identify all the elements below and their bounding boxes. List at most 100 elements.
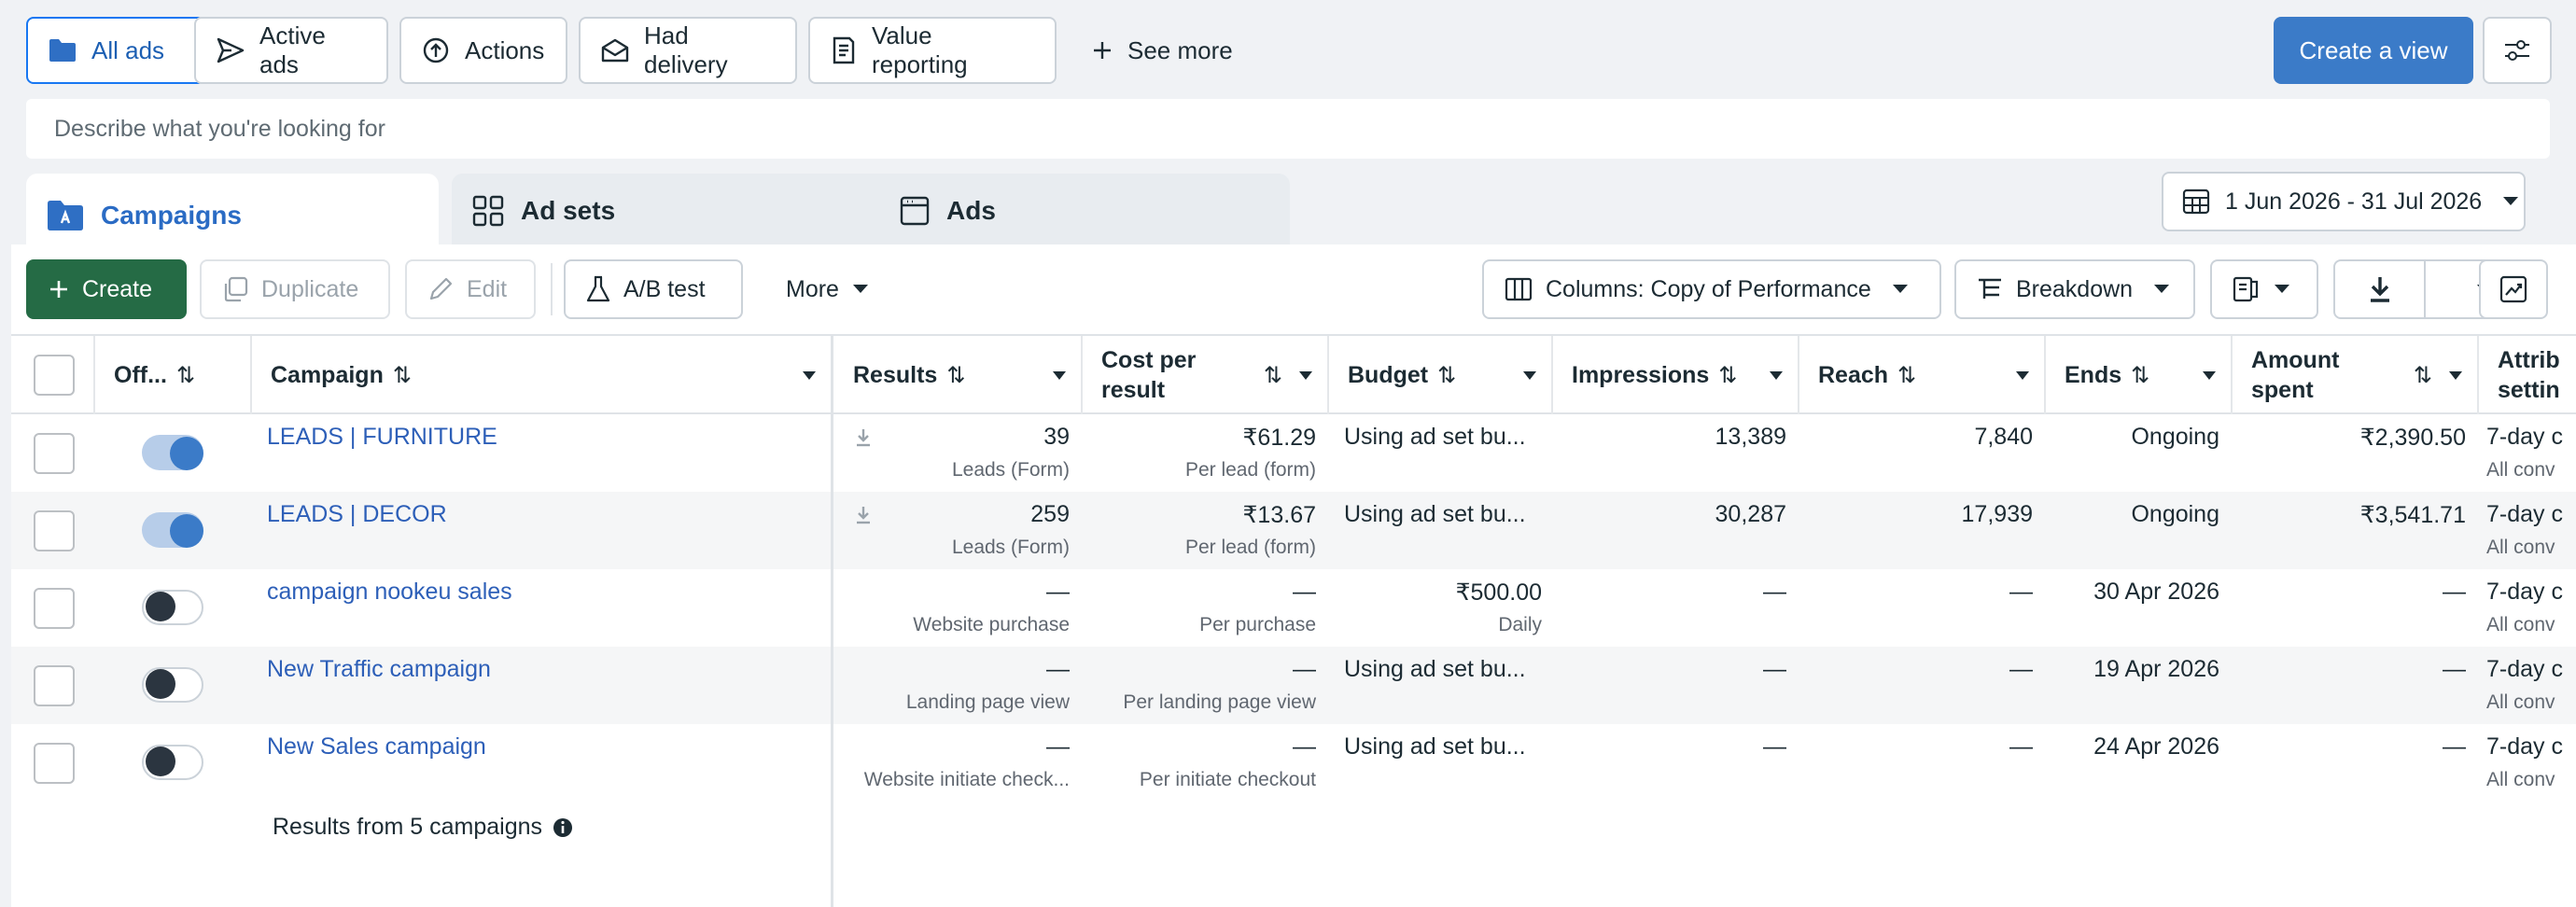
- results-type: Landing page view: [905, 691, 1070, 713]
- table-row[interactable]: New Sales campaign — Website initiate chec…: [11, 724, 2576, 802]
- impressions-value: 13,389: [1715, 424, 1786, 450]
- column-ends-label: Ends: [2065, 362, 2122, 388]
- reports-button[interactable]: [2210, 259, 2318, 319]
- campaign-name-link[interactable]: LEADS | DECOR: [267, 501, 447, 528]
- cost-per-result-type: Per purchase: [1199, 614, 1316, 635]
- campaign-toggle[interactable]: [142, 512, 203, 548]
- view-had-delivery[interactable]: Had delivery: [579, 17, 797, 84]
- column-ends[interactable]: Ends ⇅: [2046, 336, 2233, 414]
- ends-cell: 19 Apr 2026: [2046, 647, 2219, 724]
- edit-button[interactable]: Edit: [405, 259, 536, 319]
- column-campaign[interactable]: Campaign ⇅: [252, 336, 833, 414]
- impressions-value: —: [1763, 579, 1786, 605]
- columns-button[interactable]: Columns: Copy of Performance: [1482, 259, 1941, 319]
- cost-per-result-value: —: [1293, 656, 1316, 682]
- campaign-toggle[interactable]: [142, 435, 203, 470]
- more-button[interactable]: More: [763, 259, 903, 319]
- view-all-ads[interactable]: All ads: [26, 17, 205, 84]
- sort-icon[interactable]: ⇅: [946, 362, 965, 389]
- column-menu-caret-icon[interactable]: [2449, 371, 2462, 380]
- column-menu-caret-icon[interactable]: [1770, 371, 1783, 380]
- column-offon-label: Off...: [114, 362, 167, 388]
- row-checkbox[interactable]: [34, 588, 75, 629]
- table-row[interactable]: campaign nookeu sales — Website purchase — P…: [11, 569, 2576, 647]
- tab-ad-sets-label: Ad sets: [521, 196, 616, 225]
- sort-icon[interactable]: ⇅: [1897, 362, 1916, 389]
- column-attribution-label-1: Attrib: [2498, 347, 2560, 373]
- tab-campaigns[interactable]: Campaigns: [26, 174, 439, 258]
- table-row[interactable]: LEADS | DECOR 259 Leads (Form) ₹13.67 Per le…: [11, 492, 2576, 569]
- campaign-name-link[interactable]: New Traffic campaign: [267, 656, 491, 683]
- column-menu-caret-icon[interactable]: [2016, 371, 2029, 380]
- row-checkbox[interactable]: [34, 665, 75, 706]
- duplicate-button[interactable]: Duplicate: [200, 259, 390, 319]
- results-type: Leads (Form): [951, 537, 1070, 558]
- tab-ad-sets-real[interactable]: Ad sets: [452, 174, 864, 248]
- sort-icon[interactable]: ⇅: [2131, 362, 2149, 389]
- column-menu-caret-icon[interactable]: [1523, 371, 1536, 380]
- search-input[interactable]: Describe what you're looking for: [26, 99, 2550, 159]
- budget-cell: Using ad set bu...: [1329, 414, 1553, 492]
- campaign-name-link[interactable]: campaign nookeu sales: [267, 579, 512, 606]
- column-menu-caret-icon[interactable]: [803, 371, 816, 380]
- row-checkbox[interactable]: [34, 433, 75, 474]
- row-checkbox[interactable]: [34, 510, 75, 551]
- column-reach[interactable]: Reach ⇅: [1799, 336, 2046, 414]
- column-attribution[interactable]: Attrib settin: [2479, 336, 2576, 414]
- campaign-name-link[interactable]: New Sales campaign: [267, 733, 486, 760]
- campaign-toggle[interactable]: [142, 590, 203, 625]
- column-menu-caret-icon[interactable]: [1299, 371, 1312, 380]
- campaign-toggle[interactable]: [142, 667, 203, 703]
- view-active-ads[interactable]: Active ads: [194, 17, 388, 84]
- sort-icon[interactable]: ⇅: [1264, 362, 1282, 389]
- column-offon[interactable]: Off... ⇅: [95, 336, 252, 414]
- column-results-label: Results: [853, 362, 938, 388]
- row-checkbox[interactable]: [34, 743, 75, 784]
- create-button[interactable]: Create: [26, 259, 187, 319]
- chart-toggle-button[interactable]: [2479, 259, 2548, 319]
- view-value-reporting[interactable]: Value reporting: [808, 17, 1057, 84]
- column-reach-label: Reach: [1818, 362, 1889, 388]
- select-all-checkbox[interactable]: [34, 355, 75, 396]
- view-settings-button[interactable]: [2483, 17, 2552, 84]
- breakdown-button[interactable]: Breakdown: [1954, 259, 2195, 319]
- results-cell: 259 Leads (Form): [834, 492, 1070, 569]
- budget-cell: Using ad set bu...: [1329, 724, 1553, 802]
- attribution-cell: 7-day c All conv: [2486, 724, 2576, 802]
- sliders-icon: [2503, 38, 2531, 63]
- column-campaign-label: Campaign: [271, 362, 384, 388]
- create-view-button[interactable]: Create a view: [2274, 17, 2473, 84]
- campaign-name-link[interactable]: LEADS | FURNITURE: [267, 424, 497, 451]
- attribution-type: All conv: [2486, 537, 2555, 558]
- column-budget[interactable]: Budget ⇅: [1329, 336, 1553, 414]
- column-impressions[interactable]: Impressions ⇅: [1553, 336, 1799, 414]
- sort-icon[interactable]: ⇅: [1718, 362, 1737, 389]
- column-amount-spent[interactable]: Amount spent ⇅: [2233, 336, 2479, 414]
- attribution-type: All conv: [2486, 769, 2555, 790]
- ad-window-icon: [900, 196, 930, 226]
- column-cost-per-result[interactable]: Cost per result ⇅: [1083, 336, 1329, 414]
- campaign-toggle[interactable]: [142, 745, 203, 780]
- column-menu-caret-icon[interactable]: [2203, 371, 2216, 380]
- view-actions[interactable]: Actions: [399, 17, 567, 84]
- envelope-icon: [601, 38, 629, 63]
- tab-ads[interactable]: Ads: [879, 174, 1290, 248]
- cost-per-result-value: —: [1293, 733, 1316, 760]
- info-icon[interactable]: [552, 816, 574, 839]
- table-row[interactable]: New Traffic campaign — Landing page view — P…: [11, 647, 2576, 724]
- ab-test-button[interactable]: A/B test: [564, 259, 743, 319]
- column-menu-caret-icon[interactable]: [1053, 371, 1066, 380]
- column-results[interactable]: Results ⇅: [834, 336, 1083, 414]
- campaign-cell: LEADS | FURNITURE: [267, 414, 827, 492]
- results-value: —: [1046, 733, 1070, 760]
- amount-spent-cell: —: [2233, 724, 2466, 802]
- see-more-button[interactable]: See more: [1092, 17, 1233, 84]
- sort-icon[interactable]: ⇅: [2414, 362, 2432, 389]
- sort-icon[interactable]: ⇅: [176, 362, 195, 389]
- sort-icon[interactable]: ⇅: [1437, 362, 1456, 389]
- table-row[interactable]: LEADS | FURNITURE 39 Leads (Form) ₹61.29 Per…: [11, 414, 2576, 492]
- budget-type: Daily: [1498, 614, 1542, 635]
- sort-icon[interactable]: ⇅: [393, 362, 412, 389]
- reach-cell: —: [1799, 569, 2033, 647]
- date-range-picker[interactable]: 1 Jun 2026 - 31 Jul 2026: [2162, 172, 2526, 231]
